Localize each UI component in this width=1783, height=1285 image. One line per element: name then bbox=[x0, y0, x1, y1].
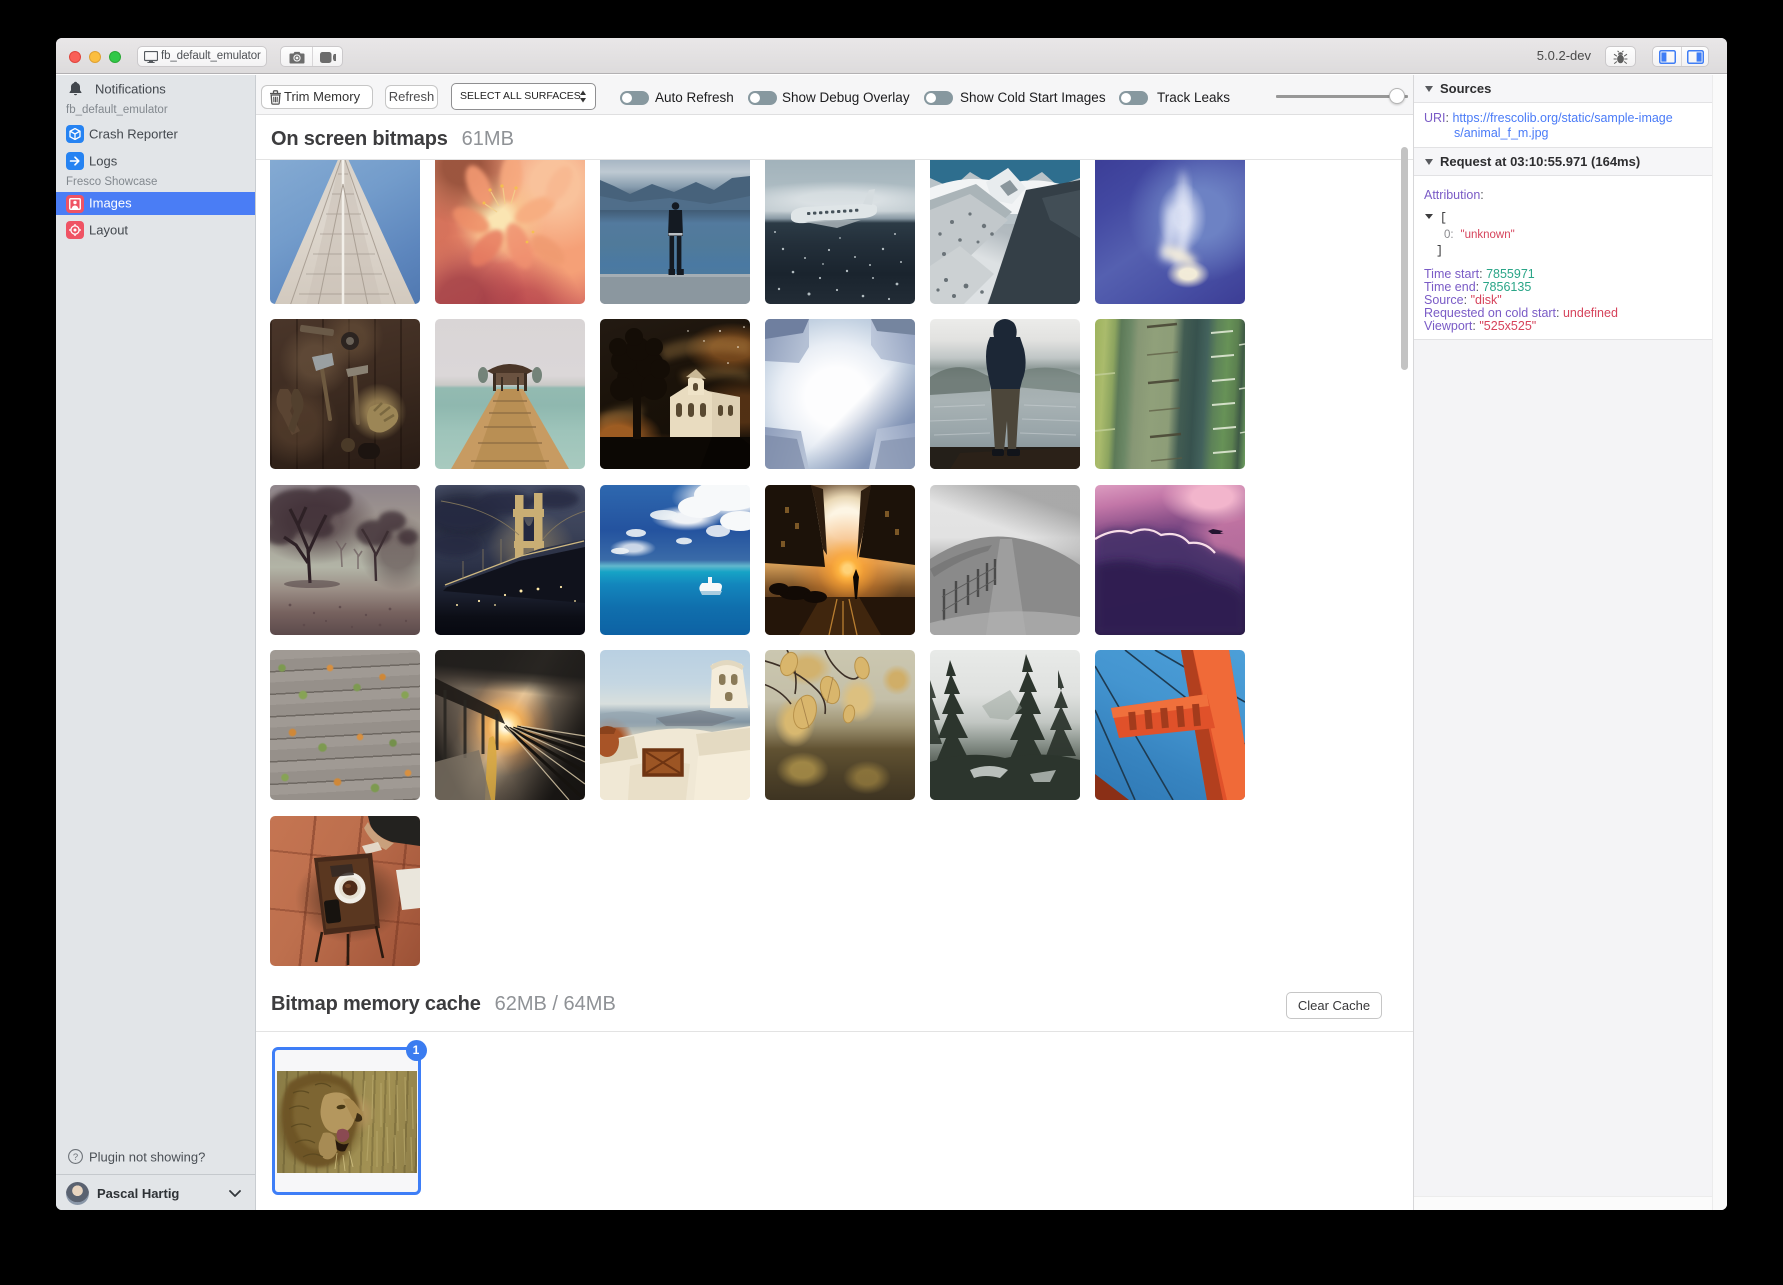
svg-text:?: ? bbox=[73, 1152, 78, 1163]
